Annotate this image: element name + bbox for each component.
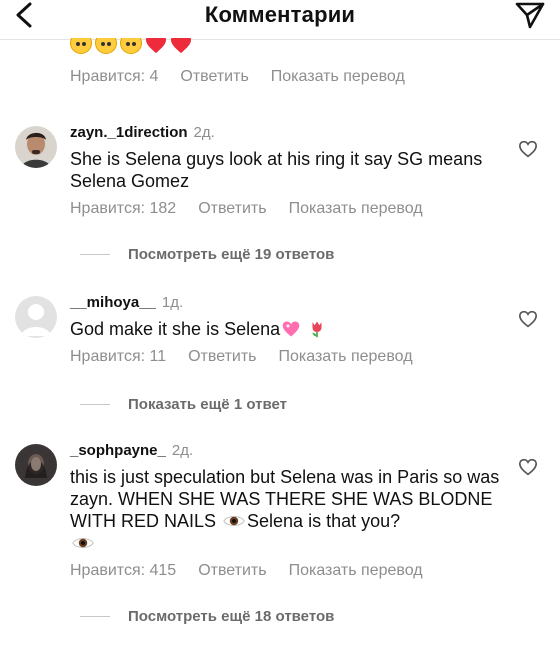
view-more-replies-label: Посмотреть ещё 19 ответов: [128, 246, 335, 263]
comment-text-tail: Selena is that you?: [247, 511, 401, 531]
view-more-replies-label: Посмотреть ещё 18 ответов: [128, 608, 335, 625]
likes-count[interactable]: Нравится: 11: [70, 348, 166, 366]
pleading-face-icon: [70, 38, 92, 54]
sparkling-heart-icon: [282, 321, 300, 337]
crying-face-icon: [120, 38, 142, 54]
heart-outline-icon: [518, 310, 538, 328]
like-button[interactable]: [518, 458, 538, 476]
tulip-icon: [312, 321, 322, 338]
share-button[interactable]: [514, 0, 546, 30]
view-more-replies-label: Показать ещё 1 ответ: [128, 396, 287, 413]
comment-header: _sophpayne_ 2д.: [70, 442, 193, 459]
reply-button[interactable]: Ответить: [198, 562, 266, 580]
red-heart-icon: [145, 38, 167, 60]
paper-plane-icon: [515, 2, 545, 29]
username[interactable]: _sophpayne_: [70, 442, 166, 459]
show-translation-button[interactable]: Показать перевод: [271, 68, 405, 86]
divider-line: [80, 254, 110, 255]
comment-age: 1д.: [161, 294, 184, 311]
show-translation-button[interactable]: Показать перевод: [289, 562, 423, 580]
like-button[interactable]: [518, 140, 538, 158]
likes-count[interactable]: Нравится: 182: [70, 200, 176, 218]
crying-face-icon: [95, 38, 117, 54]
comment-meta: Нравится: 182 Ответить Показать перевод: [70, 200, 423, 218]
heart-outline-icon: [518, 458, 538, 476]
like-button[interactable]: [518, 310, 538, 328]
comment-text: She is Selena guys look at his ring it s…: [70, 149, 483, 191]
eye-icon: [72, 538, 94, 548]
username[interactable]: __mihoya__: [70, 294, 156, 311]
show-translation-button[interactable]: Показать перевод: [289, 200, 423, 218]
comment-text-body: God make it she is Selena: [70, 319, 281, 339]
top-comment-meta: Нравится: 4 Ответить Показать перевод: [70, 68, 405, 86]
reply-button[interactable]: Ответить: [198, 200, 266, 218]
show-translation-button[interactable]: Показать перевод: [279, 348, 413, 366]
view-more-replies-button[interactable]: Показать ещё 1 ответ: [80, 396, 287, 413]
divider-line: [80, 404, 110, 405]
comment-text: this is just speculation but Selena was …: [70, 466, 510, 554]
header-bar: Комментарии: [0, 0, 560, 40]
avatar[interactable]: [15, 126, 57, 168]
comment-header: __mihoya__ 1д.: [70, 294, 183, 311]
heart-outline-icon: [518, 140, 538, 158]
eye-icon: [223, 516, 245, 526]
likes-count[interactable]: Нравится: 415: [70, 562, 176, 580]
view-more-replies-button[interactable]: Посмотреть ещё 18 ответов: [80, 608, 334, 625]
red-heart-icon: [170, 38, 192, 60]
reply-button[interactable]: Ответить: [188, 348, 256, 366]
page-title: Комментарии: [204, 2, 356, 27]
view-more-replies-button[interactable]: Посмотреть ещё 19 ответов: [80, 246, 334, 263]
comment-age: 2д.: [193, 124, 215, 141]
divider-line: [80, 616, 110, 617]
reply-button[interactable]: Ответить: [180, 68, 248, 86]
username[interactable]: zayn._1direction: [70, 124, 188, 141]
comment-age: 2д.: [171, 442, 194, 459]
comment-meta: Нравится: 415 Ответить Показать перевод: [70, 562, 423, 580]
likes-count[interactable]: Нравится: 4: [70, 68, 158, 86]
avatar[interactable]: [15, 444, 57, 486]
comment-header: zayn._1direction 2д.: [70, 124, 215, 141]
comment-text: God make it she is Selena: [70, 318, 510, 340]
top-comment-emoji-row: [70, 38, 192, 60]
avatar[interactable]: [15, 296, 57, 338]
comment-meta: Нравится: 11 Ответить Показать перевод: [70, 348, 413, 366]
